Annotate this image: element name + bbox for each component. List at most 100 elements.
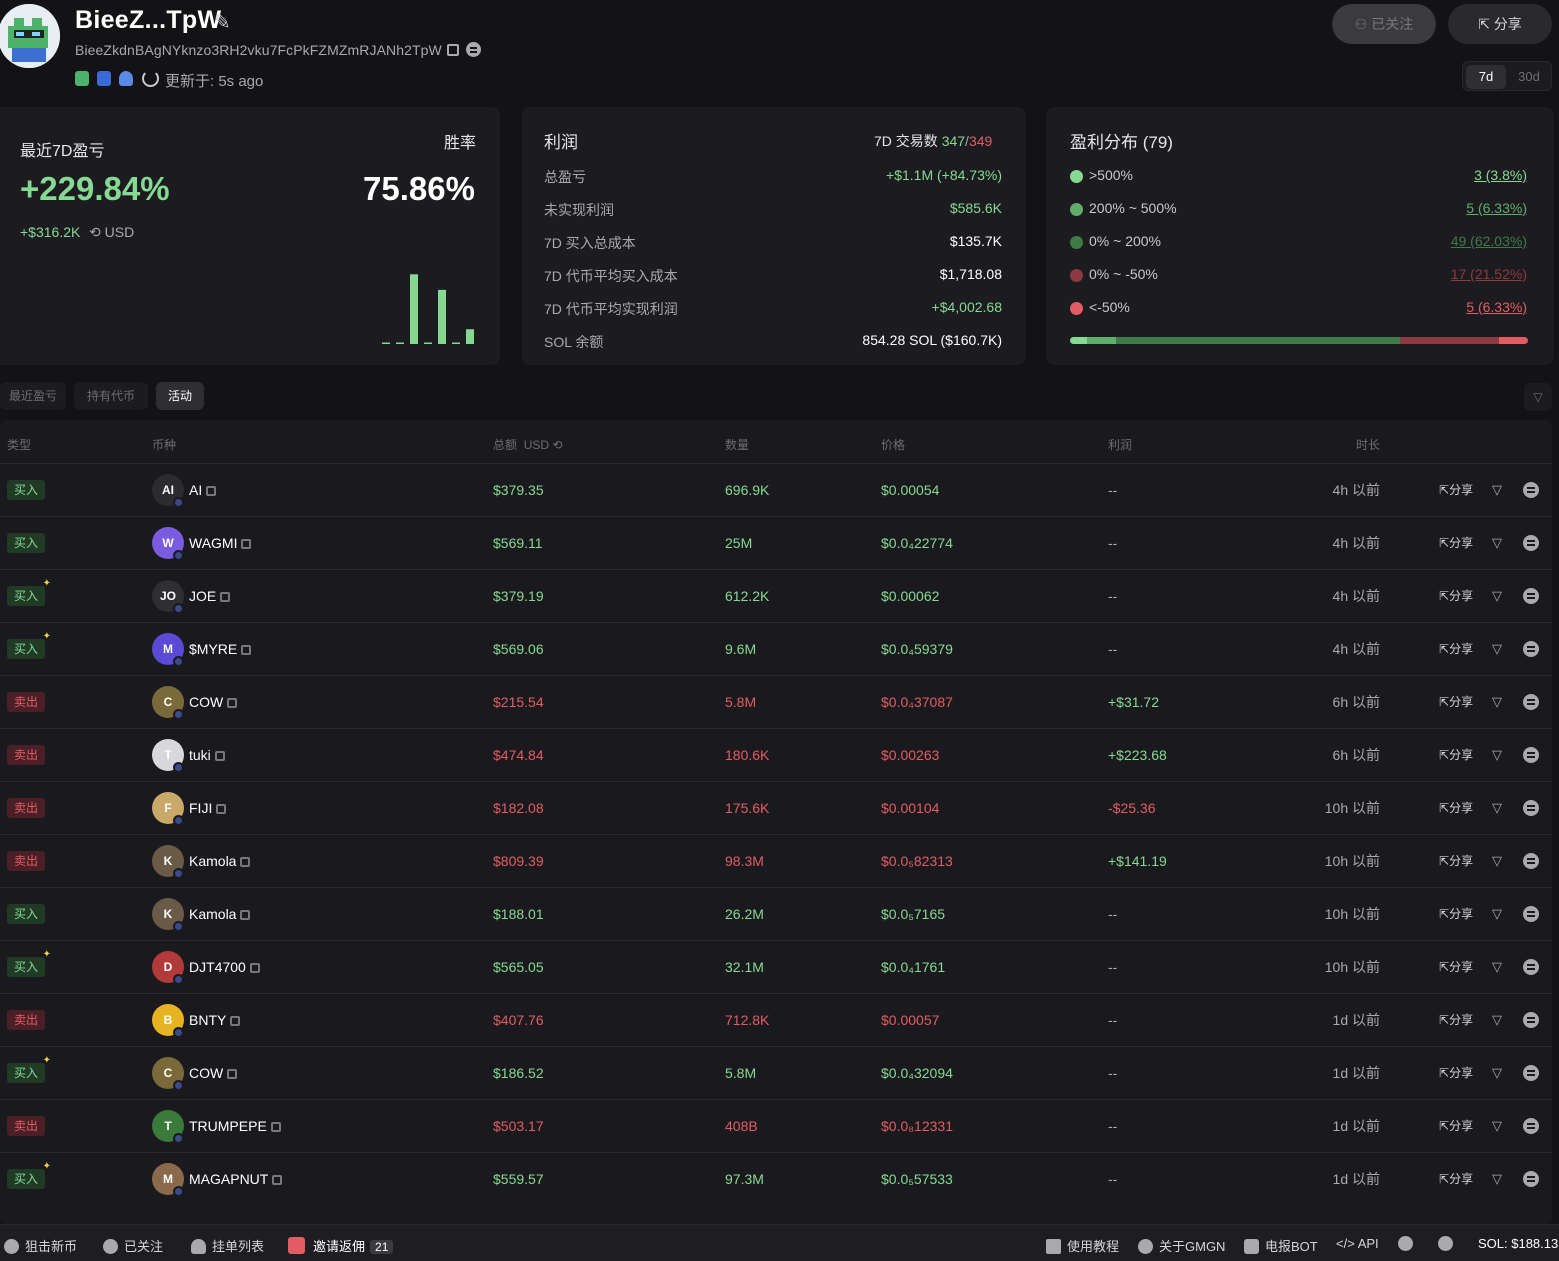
row-share-button[interactable]: ⇱分享 <box>1439 835 1473 887</box>
row-filter-icon[interactable]: ▽ <box>1492 888 1502 940</box>
row-menu-icon[interactable] <box>1523 694 1539 710</box>
row-menu-icon[interactable] <box>1523 747 1539 763</box>
row-share-button[interactable]: ⇱分享 <box>1439 729 1473 781</box>
row-filter-icon[interactable]: ▽ <box>1492 676 1502 728</box>
table-row[interactable]: 买入 ✦ D DJT4700 $565.05 32.1M $0.0₄1761 -- 10h 以前… <box>0 940 1552 993</box>
row-share-button[interactable]: ⇱分享 <box>1439 994 1473 1046</box>
row-share-button[interactable]: ⇱分享 <box>1439 1153 1473 1205</box>
copy-address-icon[interactable] <box>447 44 459 56</box>
row-filter-icon[interactable]: ▽ <box>1492 570 1502 622</box>
table-row[interactable]: 卖出 B BNTY $407.76 712.8K $0.00057 -- 1d 以前 ⇱分享 ▽ <box>0 993 1552 1046</box>
table-row[interactable]: 卖出 T TRUMPEPE $503.17 408B $0.0₈12331 -- 1d 以前 ⇱… <box>0 1099 1552 1152</box>
footer-referral[interactable]: 邀请返佣 21 <box>288 1236 394 1255</box>
row-share-button[interactable]: ⇱分享 <box>1439 888 1473 940</box>
x-twitter-icon[interactable] <box>1398 1236 1413 1251</box>
row-menu-icon[interactable] <box>1523 1012 1539 1028</box>
token-name[interactable]: COW <box>189 1047 238 1099</box>
footer-bot[interactable]: 电报BOT <box>1244 1236 1318 1255</box>
row-filter-icon[interactable]: ▽ <box>1492 941 1502 993</box>
token-name[interactable]: WAGMI <box>189 517 252 569</box>
row-share-button[interactable]: ⇱分享 <box>1439 782 1473 834</box>
row-filter-icon[interactable]: ▽ <box>1492 464 1502 516</box>
col-total[interactable]: 总额 USD ⟲ <box>493 436 562 453</box>
row-share-button[interactable]: ⇱分享 <box>1439 1100 1473 1152</box>
token-name[interactable]: TRUMPEPE <box>189 1100 281 1152</box>
tab-holdings[interactable]: 持有代币 <box>74 382 148 410</box>
row-share-button[interactable]: ⇱分享 <box>1439 676 1473 728</box>
footer-tutorial[interactable]: 使用教程 <box>1046 1236 1119 1255</box>
dist-value[interactable]: 49 (62.03%) <box>1451 233 1527 249</box>
table-row[interactable]: 买入 K Kamola $188.01 26.2M $0.0₅7165 -- 10h 以前 ⇱分… <box>0 887 1552 940</box>
copy-icon[interactable] <box>230 1016 241 1026</box>
row-filter-icon[interactable]: ▽ <box>1492 994 1502 1046</box>
table-row[interactable]: 买入 ✦ M $MYRE $569.06 9.6M $0.0₄59379 -- 4h 以前 ⇱分享… <box>0 622 1552 675</box>
table-row[interactable]: 卖出 K Kamola $809.39 98.3M $0.0₅82313 +$141.19 1… <box>0 834 1552 887</box>
copy-icon[interactable] <box>227 698 238 708</box>
token-name[interactable]: tuki <box>189 729 225 781</box>
table-row[interactable]: 买入 ✦ JO JOE $379.19 612.2K $0.00062 -- 4h 以前 ⇱分享 ▽ <box>0 569 1552 622</box>
table-row[interactable]: 卖出 C COW $215.54 5.8M $0.0₄37087 +$31.72 6h 以前 ⇱… <box>0 675 1552 728</box>
token-name[interactable]: JOE <box>189 570 231 622</box>
token-name[interactable]: MAGAPNUT <box>189 1153 283 1205</box>
row-share-button[interactable]: ⇱分享 <box>1439 570 1473 622</box>
dist-value[interactable]: 17 (21.52%) <box>1451 266 1527 282</box>
copy-icon[interactable] <box>241 645 252 655</box>
row-share-button[interactable]: ⇱分享 <box>1439 1047 1473 1099</box>
token-name[interactable]: BNTY <box>189 994 241 1046</box>
row-filter-icon[interactable]: ▽ <box>1492 623 1502 675</box>
token-name[interactable]: COW <box>189 676 238 728</box>
footer-following[interactable]: 已关注 <box>103 1236 163 1255</box>
table-row[interactable]: 买入 ✦ M MAGAPNUT $559.57 97.3M $0.0₅57533 -- 1d 以… <box>0 1152 1552 1205</box>
copy-icon[interactable] <box>220 592 231 602</box>
telegram-icon[interactable] <box>1438 1236 1453 1251</box>
share-button[interactable]: ⇱ 分享 <box>1448 4 1552 44</box>
copy-icon[interactable] <box>206 486 217 496</box>
footer-snipe[interactable]: 狙击新币 <box>4 1236 77 1255</box>
row-share-button[interactable]: ⇱分享 <box>1439 464 1473 516</box>
period-7d[interactable]: 7d <box>1466 65 1506 89</box>
row-filter-icon[interactable]: ▽ <box>1492 729 1502 781</box>
row-menu-icon[interactable] <box>1523 906 1539 922</box>
row-menu-icon[interactable] <box>1523 1065 1539 1081</box>
copy-icon[interactable] <box>270 1122 281 1132</box>
token-name[interactable]: DJT4700 <box>189 941 260 993</box>
row-menu-icon[interactable] <box>1523 641 1539 657</box>
row-share-button[interactable]: ⇱分享 <box>1439 623 1473 675</box>
table-row[interactable]: 买入 ✦ C COW $186.52 5.8M $0.0₄32094 -- 1d 以前 ⇱分享 ▽ <box>0 1046 1552 1099</box>
dist-value[interactable]: 3 (3.8%) <box>1474 167 1527 183</box>
row-menu-icon[interactable] <box>1523 800 1539 816</box>
copy-icon[interactable] <box>227 1069 238 1079</box>
copy-icon[interactable] <box>216 804 227 814</box>
edit-pencil-icon[interactable]: ✎ <box>214 10 240 36</box>
refresh-icon[interactable] <box>142 70 159 87</box>
footer-orders[interactable]: 挂单列表 <box>191 1236 264 1255</box>
row-filter-icon[interactable]: ▽ <box>1492 517 1502 569</box>
token-name[interactable]: FIJI <box>189 782 227 834</box>
dist-value[interactable]: 5 (6.33%) <box>1466 200 1527 216</box>
dist-value[interactable]: 5 (6.33%) <box>1466 299 1527 315</box>
currency-unit[interactable]: ⟲ USD <box>89 224 134 241</box>
row-share-button[interactable]: ⇱分享 <box>1439 517 1473 569</box>
footer-about[interactable]: 关于GMGN <box>1138 1236 1225 1255</box>
row-menu-icon[interactable] <box>1523 853 1539 869</box>
token-name[interactable]: AI <box>189 464 217 516</box>
copy-icon[interactable] <box>272 1175 283 1185</box>
address-menu-icon[interactable] <box>466 42 481 57</box>
row-filter-icon[interactable]: ▽ <box>1492 1047 1502 1099</box>
table-row[interactable]: 买入 AI AI $379.35 696.9K $0.00054 -- 4h 以前 ⇱分享 ▽ <box>0 463 1552 516</box>
filter-icon[interactable]: ▽ <box>1524 383 1552 411</box>
token-name[interactable]: Kamola <box>189 835 251 887</box>
row-menu-icon[interactable] <box>1523 1171 1539 1187</box>
footer-api[interactable]: </> API <box>1336 1236 1379 1251</box>
copy-icon[interactable] <box>240 857 251 867</box>
table-row[interactable]: 卖出 Ttuki $474.84 180.6K $0.00263 +$223.68 6h 以… <box>0 728 1552 781</box>
row-filter-icon[interactable]: ▽ <box>1492 1100 1502 1152</box>
row-filter-icon[interactable]: ▽ <box>1492 782 1502 834</box>
period-30d[interactable]: 30d <box>1509 65 1549 89</box>
row-menu-icon[interactable] <box>1523 1118 1539 1134</box>
followed-button[interactable]: ⚇ 已关注 <box>1332 4 1436 44</box>
row-filter-icon[interactable]: ▽ <box>1492 835 1502 887</box>
copy-icon[interactable] <box>214 751 225 761</box>
table-row[interactable]: 买入 W WAGMI $569.11 25M $0.0₄22774 -- 4h 以前 ⇱分享 ▽ <box>0 516 1552 569</box>
tab-activity[interactable]: 活动 <box>156 382 204 410</box>
